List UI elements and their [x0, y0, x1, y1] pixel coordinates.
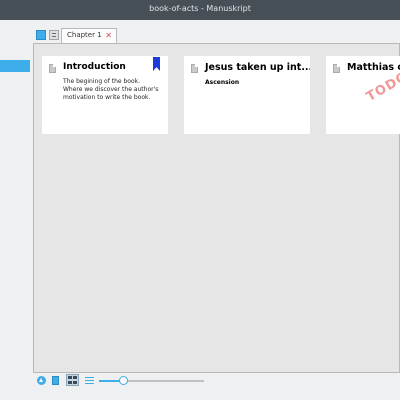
document-icon: [333, 64, 340, 73]
window-title: book-of-acts - Manuskript: [149, 4, 251, 13]
window-titlebar: book-of-acts - Manuskript: [0, 0, 400, 20]
document-icon: [49, 64, 56, 73]
card-subtitle: Ascension: [205, 79, 240, 86]
zoom-slider-handle[interactable]: [119, 376, 128, 385]
corkboard-view-icon[interactable]: [66, 374, 79, 386]
card-title: Introduction: [63, 62, 126, 72]
go-up-icon[interactable]: [37, 376, 46, 385]
outline-view-icon[interactable]: [85, 376, 94, 385]
outline-selected-item[interactable]: [0, 60, 30, 72]
card-summary: The begining of the book. Where we disco…: [63, 78, 159, 101]
card-title: Jesus taken up int...: [205, 62, 310, 73]
tab-label: Chapter 1: [67, 31, 102, 39]
single-view-icon[interactable]: [36, 30, 46, 40]
outline-panel: [0, 20, 32, 400]
document-icon: [191, 64, 198, 73]
split-view-icon[interactable]: [49, 30, 59, 40]
index-card[interactable]: Jesus taken up int... Ascension: [184, 56, 310, 134]
tab-chapter-1[interactable]: Chapter 1 ✕: [61, 28, 117, 43]
close-icon[interactable]: ✕: [105, 29, 112, 42]
index-card[interactable]: Matthias ch: [326, 56, 400, 134]
index-card[interactable]: Introduction The begining of the book. W…: [42, 56, 168, 134]
card-view-icon[interactable]: [52, 376, 59, 385]
card-title: Matthias ch: [347, 62, 400, 73]
